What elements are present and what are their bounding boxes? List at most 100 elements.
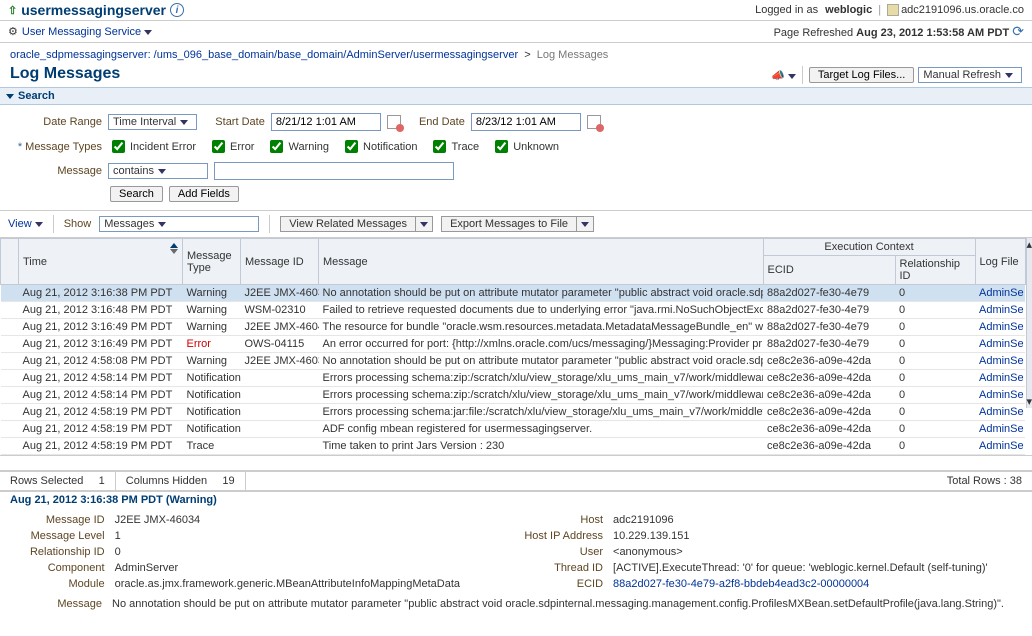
total-rows-label: Total Rows :	[947, 475, 1007, 487]
start-date-input[interactable]	[271, 113, 381, 131]
page-refreshed-label: Page Refreshed	[774, 27, 854, 39]
col-rel-id[interactable]: Relationship ID	[895, 256, 975, 285]
type-incident-error[interactable]: Incident Error	[108, 137, 196, 156]
gear-icon: ⚙	[8, 25, 18, 38]
type-trace[interactable]: Trace	[429, 137, 479, 156]
type-warning[interactable]: Warning	[266, 137, 329, 156]
col-exec-ctx[interactable]: Execution Context	[763, 239, 975, 256]
target-log-files-button[interactable]: Target Log Files...	[809, 67, 914, 83]
table-row[interactable]: Aug 21, 2012 4:58:19 PM PDTNotificationE…	[1, 404, 1026, 421]
date-range-select[interactable]: Time Interval	[108, 114, 197, 130]
broadcast-icon[interactable]: 📣	[771, 69, 796, 82]
type-unknown[interactable]: Unknown	[491, 137, 559, 156]
det-lbl-host-ip: Host IP Address	[490, 530, 603, 542]
table-row[interactable]: Aug 21, 2012 4:58:14 PM PDTNotificationE…	[1, 370, 1026, 387]
cols-hidden-label: Columns Hidden	[126, 475, 207, 487]
logged-in-label: Logged in as	[755, 4, 818, 16]
table-row[interactable]: Aug 21, 2012 3:16:49 PM PDTErrorOWS-0411…	[1, 336, 1026, 353]
end-date-input[interactable]	[471, 113, 581, 131]
message-types-label: Message Types	[10, 141, 102, 153]
rows-selected-value: 1	[99, 475, 105, 487]
det-val-rel-id: 0	[115, 546, 480, 558]
export-button[interactable]: Export Messages to File	[441, 216, 594, 232]
chevron-down-icon	[1005, 73, 1013, 78]
logged-in-user: weblogic	[825, 4, 872, 16]
det-lbl-user: User	[490, 546, 603, 558]
service-menu[interactable]: User Messaging Service	[22, 26, 152, 38]
type-error[interactable]: Error	[208, 137, 254, 156]
breadcrumb: oracle_sdpmessagingserver: /ums_096_base…	[0, 43, 1032, 63]
col-selector[interactable]	[1, 239, 19, 285]
view-menu[interactable]: View	[8, 218, 43, 230]
detail-panel: Message ID J2EE JMX-46034 Message Level …	[0, 508, 1032, 596]
col-ecid[interactable]: ECID	[763, 256, 895, 285]
col-msg-id[interactable]: Message ID	[241, 239, 319, 285]
det-val-user: <anonymous>	[613, 546, 1022, 558]
app-header: ⇧ usermessagingserver i Logged in as web…	[0, 0, 1032, 21]
cols-hidden-value: 19	[222, 475, 234, 487]
det-lbl-msg-id: Message ID	[10, 514, 105, 526]
search-section-header[interactable]: Search	[0, 87, 1032, 105]
host-short: adc2191096.us.oracle.co	[901, 4, 1024, 16]
det-lbl-ecid: ECID	[490, 578, 603, 590]
det-val-module: oracle.as.jmx.framework.generic.MBeanAtt…	[115, 578, 480, 590]
col-msg-type[interactable]: Message Type	[183, 239, 241, 285]
det-val-ecid[interactable]: 88a2d027-fe30-4e79-a2f8-bbdeb4ead3c2-000…	[613, 578, 1022, 590]
page-refreshed-time: Aug 23, 2012 1:53:58 AM PDT	[856, 27, 1009, 39]
det-val-host-ip: 10.229.139.151	[613, 530, 1022, 542]
show-select[interactable]: Messages	[99, 216, 259, 232]
det-lbl-rel-id: Relationship ID	[10, 546, 105, 558]
table-row[interactable]: Aug 21, 2012 3:16:48 PM PDTWarningWSM-02…	[1, 302, 1026, 319]
calendar-icon[interactable]	[587, 115, 601, 129]
det-lbl-thread-id: Thread ID	[490, 562, 603, 574]
table-row[interactable]: Aug 21, 2012 4:58:19 PM PDTTraceTime tak…	[1, 438, 1026, 455]
col-time[interactable]: Time	[19, 239, 183, 285]
det-lbl-message: Message	[10, 598, 102, 610]
det-lbl-msg-level: Message Level	[10, 530, 105, 542]
message-op-select[interactable]: contains	[108, 163, 208, 179]
search-button[interactable]: Search	[110, 186, 163, 202]
breadcrumb-current: Log Messages	[537, 49, 609, 61]
search-panel: Date Range Time Interval Start Date End …	[0, 105, 1032, 210]
add-fields-button[interactable]: Add Fields	[169, 186, 239, 202]
table-row[interactable]: Aug 21, 2012 4:58:14 PM PDTNotificationE…	[1, 387, 1026, 404]
det-lbl-component: Component	[10, 562, 105, 574]
det-lbl-module: Module	[10, 578, 105, 590]
refresh-mode-select[interactable]: Manual Refresh	[918, 67, 1022, 83]
col-message[interactable]: Message	[319, 239, 764, 285]
end-date-label: End Date	[419, 116, 465, 128]
calendar-icon[interactable]	[387, 115, 401, 129]
server-name: usermessagingserver	[21, 2, 166, 18]
message-text-input[interactable]	[214, 162, 454, 180]
table-row[interactable]: Aug 21, 2012 4:58:08 PM PDTWarningJ2EE J…	[1, 353, 1026, 370]
col-log-file[interactable]: Log File	[975, 239, 1025, 285]
breadcrumb-link[interactable]: oracle_sdpmessagingserver: /ums_096_base…	[10, 49, 518, 61]
vertical-scrollbar[interactable]: ▴▾	[1026, 238, 1032, 408]
det-val-thread-id: [ACTIVE].ExecuteThread: '0' for queue: '…	[613, 562, 1022, 574]
grid-status-bar: Rows Selected 1 Columns Hidden 19 Total …	[0, 471, 1032, 491]
total-rows-value: 38	[1010, 475, 1022, 487]
log-table: Time Message Type Message ID Message Exe…	[0, 238, 1026, 455]
table-row[interactable]: Aug 21, 2012 3:16:49 PM PDTWarningJ2EE J…	[1, 319, 1026, 336]
message-label: Message	[10, 165, 102, 177]
date-range-label: Date Range	[10, 116, 102, 128]
type-notification[interactable]: Notification	[341, 137, 417, 156]
chevron-down-icon	[144, 30, 152, 35]
refresh-icon[interactable]	[1012, 27, 1024, 39]
info-icon[interactable]: i	[170, 3, 184, 17]
show-label: Show	[64, 218, 92, 230]
horizontal-scrollbar[interactable]	[0, 455, 1032, 471]
grid-toolbar: View Show Messages View Related Messages…	[0, 210, 1032, 238]
det-lbl-host: Host	[490, 514, 603, 526]
det-val-msg-level: 1	[115, 530, 480, 542]
view-related-button[interactable]: View Related Messages	[280, 216, 433, 232]
detail-header-text: Aug 21, 2012 3:16:38 PM PDT (Warning)	[10, 494, 217, 506]
server-icon	[887, 4, 899, 16]
table-row[interactable]: Aug 21, 2012 3:16:38 PM PDTWarningJ2EE J…	[1, 285, 1026, 302]
service-bar: ⚙ User Messaging Service Page Refreshed …	[0, 21, 1032, 43]
start-date-label: Start Date	[215, 116, 265, 128]
det-val-message: No annotation should be put on attribute…	[112, 598, 1004, 610]
detail-section-header[interactable]: Aug 21, 2012 3:16:38 PM PDT (Warning)	[0, 491, 1032, 508]
det-val-component: AdminServer	[115, 562, 480, 574]
table-row[interactable]: Aug 21, 2012 4:58:19 PM PDTNotificationA…	[1, 421, 1026, 438]
